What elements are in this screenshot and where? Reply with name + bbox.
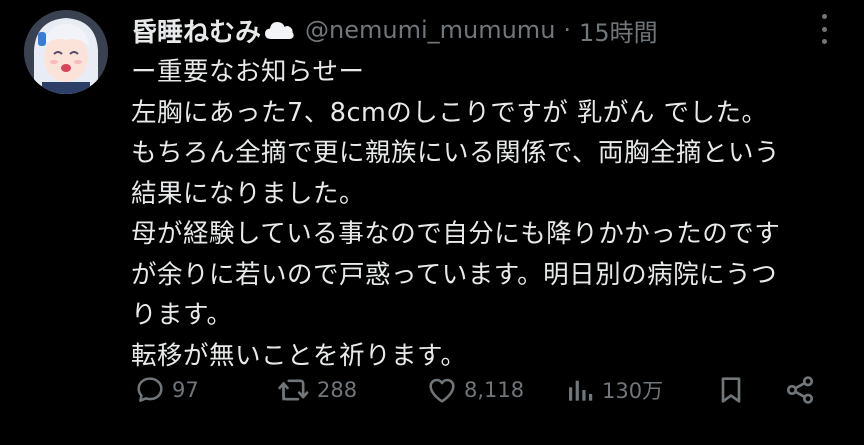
repost-icon: [278, 379, 309, 401]
reply-icon: [137, 377, 163, 402]
bookmark-icon: [721, 377, 741, 403]
tweet-line: ー重要なお知らせー: [131, 57, 365, 87]
repost-count: 288: [317, 378, 358, 402]
action-bar: 97 288 8,118 130万: [134, 370, 834, 410]
like-button[interactable]: 8,118: [426, 370, 524, 410]
tweet-line: 左胸にあった7、8cmのしこりですが 乳がん でした。: [131, 97, 768, 128]
tweet-header: 昏睡ねむみ @nemumi_mumumu · 15時間: [131, 10, 658, 50]
bookmark-button[interactable]: [716, 370, 746, 410]
views-icon: [569, 380, 593, 401]
tweet-body: ー重要なお知らせー 左胸にあった7、8cmのしこりですが 乳がん でした。 もち…: [131, 52, 843, 376]
tweet-line: が余りに若いので戸惑っています。明日別の病院にうつ: [131, 259, 778, 290]
avatar-image: [24, 10, 108, 94]
more-options-icon[interactable]: [814, 14, 834, 44]
separator-dot: ·: [563, 16, 572, 44]
heart-icon: [429, 378, 455, 403]
tweet[interactable]: 昏睡ねむみ @nemumi_mumumu · 15時間 ー重要なお知らせー 左胸…: [0, 0, 864, 445]
avatar[interactable]: [24, 10, 108, 94]
views-count: 130万: [602, 379, 664, 403]
views-button[interactable]: 130万: [566, 370, 663, 410]
display-name[interactable]: 昏睡ねむみ: [131, 12, 261, 49]
reply-count: 97: [172, 378, 199, 402]
timestamp[interactable]: 15時間: [579, 13, 658, 48]
cloud-emoji-icon: [265, 22, 294, 39]
share-icon: [786, 376, 814, 404]
like-count: 8,118: [464, 378, 525, 402]
reply-button[interactable]: 97: [134, 370, 199, 410]
tweet-line: もちろん全摘で更に親族にいる関係で、両胸全摘という: [131, 138, 780, 168]
repost-button[interactable]: 288: [277, 370, 357, 410]
tweet-line: ります。: [131, 300, 233, 330]
tweet-line: 結果になりました。: [131, 178, 366, 209]
share-button[interactable]: [784, 370, 816, 410]
tweet-line: 母が経験している事なので自分にも降りかかったのです: [131, 219, 781, 249]
user-handle[interactable]: @nemumi_mumumu: [305, 16, 555, 44]
